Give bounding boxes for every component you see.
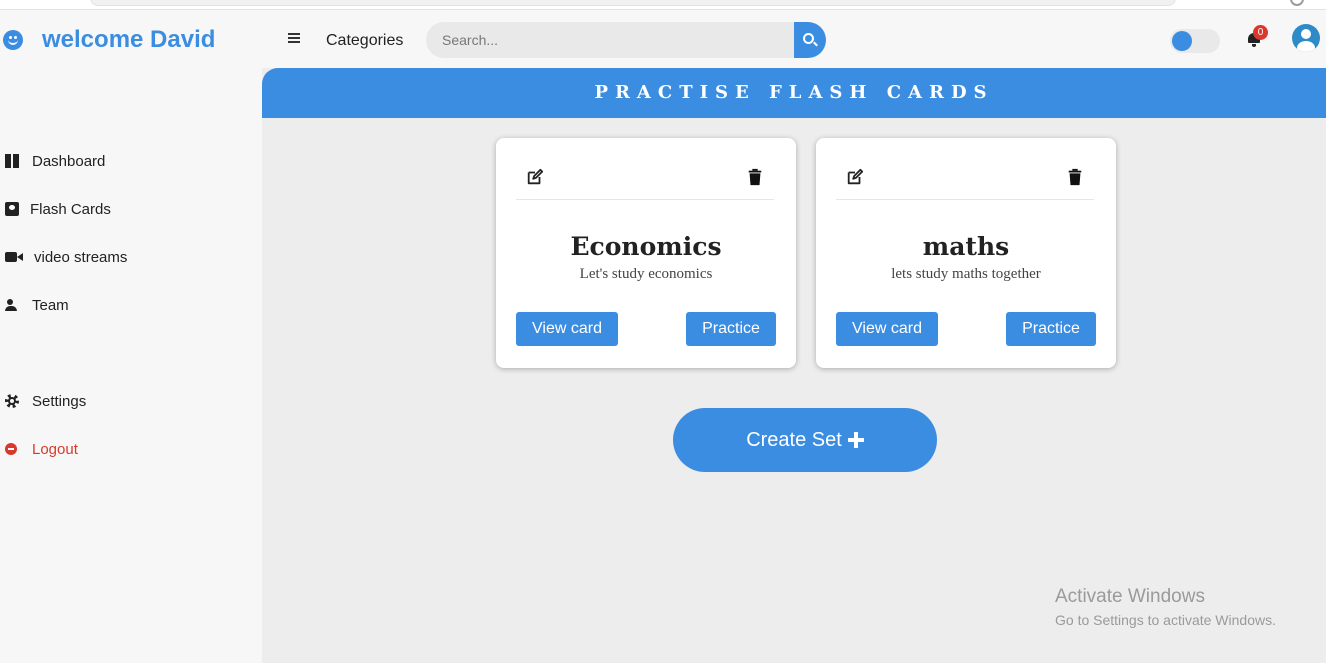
gear-icon xyxy=(5,394,19,408)
categories-link[interactable]: Categories xyxy=(326,32,403,50)
create-set-label: Create Set xyxy=(746,428,842,451)
plus-icon xyxy=(847,432,864,448)
create-set-button[interactable]: Create Set xyxy=(673,408,937,472)
flashcards-icon xyxy=(5,202,19,216)
watermark-title: Activate Windows xyxy=(1055,586,1205,607)
logout-icon xyxy=(5,443,17,455)
browser-control-icon[interactable] xyxy=(1290,0,1304,6)
address-bar[interactable] xyxy=(90,0,1176,6)
card-title: Economics xyxy=(570,232,722,261)
page-title: PRACTISE FLASH CARDS xyxy=(262,68,1326,118)
sidebar-item-video-streams[interactable]: video streams xyxy=(0,245,127,269)
main-content: PRACTISE FLASH CARDS Economics Let's stu… xyxy=(262,68,1326,663)
theme-toggle[interactable] xyxy=(1170,29,1220,53)
sidebar-item-label: Dashboard xyxy=(32,152,106,170)
flashcard-set-card: maths lets study maths together View car… xyxy=(816,138,1116,368)
hamburger-menu-icon[interactable] xyxy=(288,33,300,43)
brand-title: welcome David xyxy=(42,26,216,53)
search-icon xyxy=(803,33,814,44)
practice-button[interactable]: Practice xyxy=(1006,312,1096,346)
user-avatar[interactable] xyxy=(1292,24,1320,52)
practice-button[interactable]: Practice xyxy=(686,312,776,346)
browser-strip xyxy=(0,0,1326,10)
card-toolbar xyxy=(516,154,774,200)
card-description: Let's study economics xyxy=(579,266,713,282)
sidebar-item-team[interactable]: Team xyxy=(0,293,69,317)
dashboard-icon xyxy=(5,154,19,168)
sidebar-item-label: video streams xyxy=(34,248,128,266)
flashcard-set-card: Economics Let's study economics View car… xyxy=(496,138,796,368)
card-title: maths xyxy=(922,232,1010,261)
toggle-knob xyxy=(1172,31,1192,51)
sidebar-item-label: Settings xyxy=(32,392,87,410)
view-card-button[interactable]: View card xyxy=(836,312,938,346)
edit-icon[interactable] xyxy=(846,168,864,186)
sidebar-item-flash-cards[interactable]: Flash Cards xyxy=(0,197,111,221)
card-description: lets study maths together xyxy=(891,266,1041,282)
search-input[interactable] xyxy=(426,22,796,58)
video-icon xyxy=(5,250,23,264)
sidebar-item-label: Team xyxy=(32,296,69,314)
notification-badge: 0 xyxy=(1253,25,1268,40)
edit-icon[interactable] xyxy=(526,168,544,186)
sidebar-item-label: Logout xyxy=(32,440,78,458)
trash-icon[interactable] xyxy=(1066,168,1084,186)
search-button[interactable] xyxy=(794,22,826,58)
sidebar-item-dashboard[interactable]: Dashboard xyxy=(0,149,105,173)
top-header: welcome David Categories 0 xyxy=(0,10,1326,68)
sidebar-item-label: Flash Cards xyxy=(30,200,111,218)
windows-activation-watermark: Activate Windows Go to Settings to activ… xyxy=(1055,586,1276,628)
watermark-subtitle: Go to Settings to activate Windows. xyxy=(1055,612,1276,628)
sidebar-item-settings[interactable]: Settings xyxy=(0,389,86,413)
team-icon xyxy=(5,298,19,312)
sidebar: Dashboard Flash Cards video streams Team… xyxy=(0,68,262,663)
trash-icon[interactable] xyxy=(746,168,764,186)
view-card-button[interactable]: View card xyxy=(516,312,618,346)
sidebar-item-logout[interactable]: Logout xyxy=(0,437,78,461)
smiley-icon xyxy=(3,30,23,50)
card-toolbar xyxy=(836,154,1094,200)
